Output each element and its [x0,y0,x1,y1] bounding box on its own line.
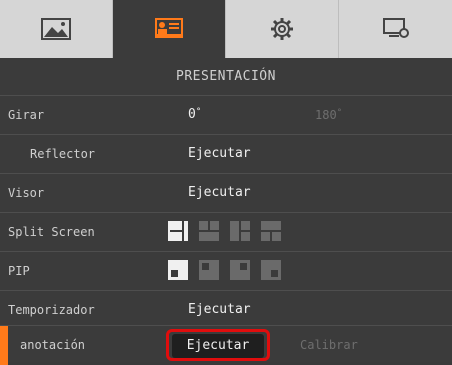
split-layout-3-icon[interactable] [230,221,250,241]
rotate-option-180[interactable]: 180° [315,96,342,135]
tab-settings[interactable] [226,0,339,58]
pip-options [168,260,281,280]
viewer-label: Visor [8,186,45,200]
split-layout-2-icon[interactable] [199,221,219,241]
split-screen-options [168,221,281,241]
pip-layout-4-icon[interactable] [261,260,281,280]
rotate-option-0[interactable]: 0° [188,96,201,135]
split-screen-label: Split Screen [8,225,95,239]
section-title: PRESENTACIÓN [176,69,276,84]
viewer-execute[interactable]: Ejecutar [188,174,251,213]
spotlight-execute[interactable]: Ejecutar [188,135,251,174]
presentation-icon [155,18,183,38]
tab-presentation[interactable] [113,0,226,58]
rotate-label: Girar [8,108,45,122]
split-layout-4-icon[interactable] [261,221,281,241]
gear-icon [271,18,293,40]
pip-layout-2-icon[interactable] [199,260,219,280]
row-rotate[interactable]: Girar 0° 180° [0,95,452,134]
annotation-label: anotación [20,338,86,352]
row-spotlight[interactable]: Reflector Ejecutar [0,134,452,173]
row-timer[interactable]: Temporizador Ejecutar [0,290,452,329]
annotation-calibrate[interactable]: Calibrar [300,326,358,365]
pip-label: PIP [8,264,30,278]
tab-image[interactable] [0,0,113,58]
selection-indicator [0,326,8,365]
spotlight-label: Reflector [30,147,96,161]
osd-menu: PRESENTACIÓN Girar 0° 180° Reflector Eje… [0,0,452,365]
split-layout-1-icon[interactable] [168,221,188,241]
tab-system[interactable] [339,0,452,58]
image-icon [41,18,71,40]
pip-layout-1-icon[interactable] [168,260,188,280]
row-annotation[interactable]: anotación Ejecutar Calibrar [0,325,452,365]
menu-tabs [0,0,452,58]
row-viewer[interactable]: Visor Ejecutar [0,173,452,212]
pip-layout-3-icon[interactable] [230,260,250,280]
annotation-execute-button[interactable]: Ejecutar [172,334,264,358]
row-split-screen[interactable]: Split Screen [0,212,452,251]
monitor-settings-icon [382,18,409,38]
row-pip[interactable]: PIP [0,251,452,290]
